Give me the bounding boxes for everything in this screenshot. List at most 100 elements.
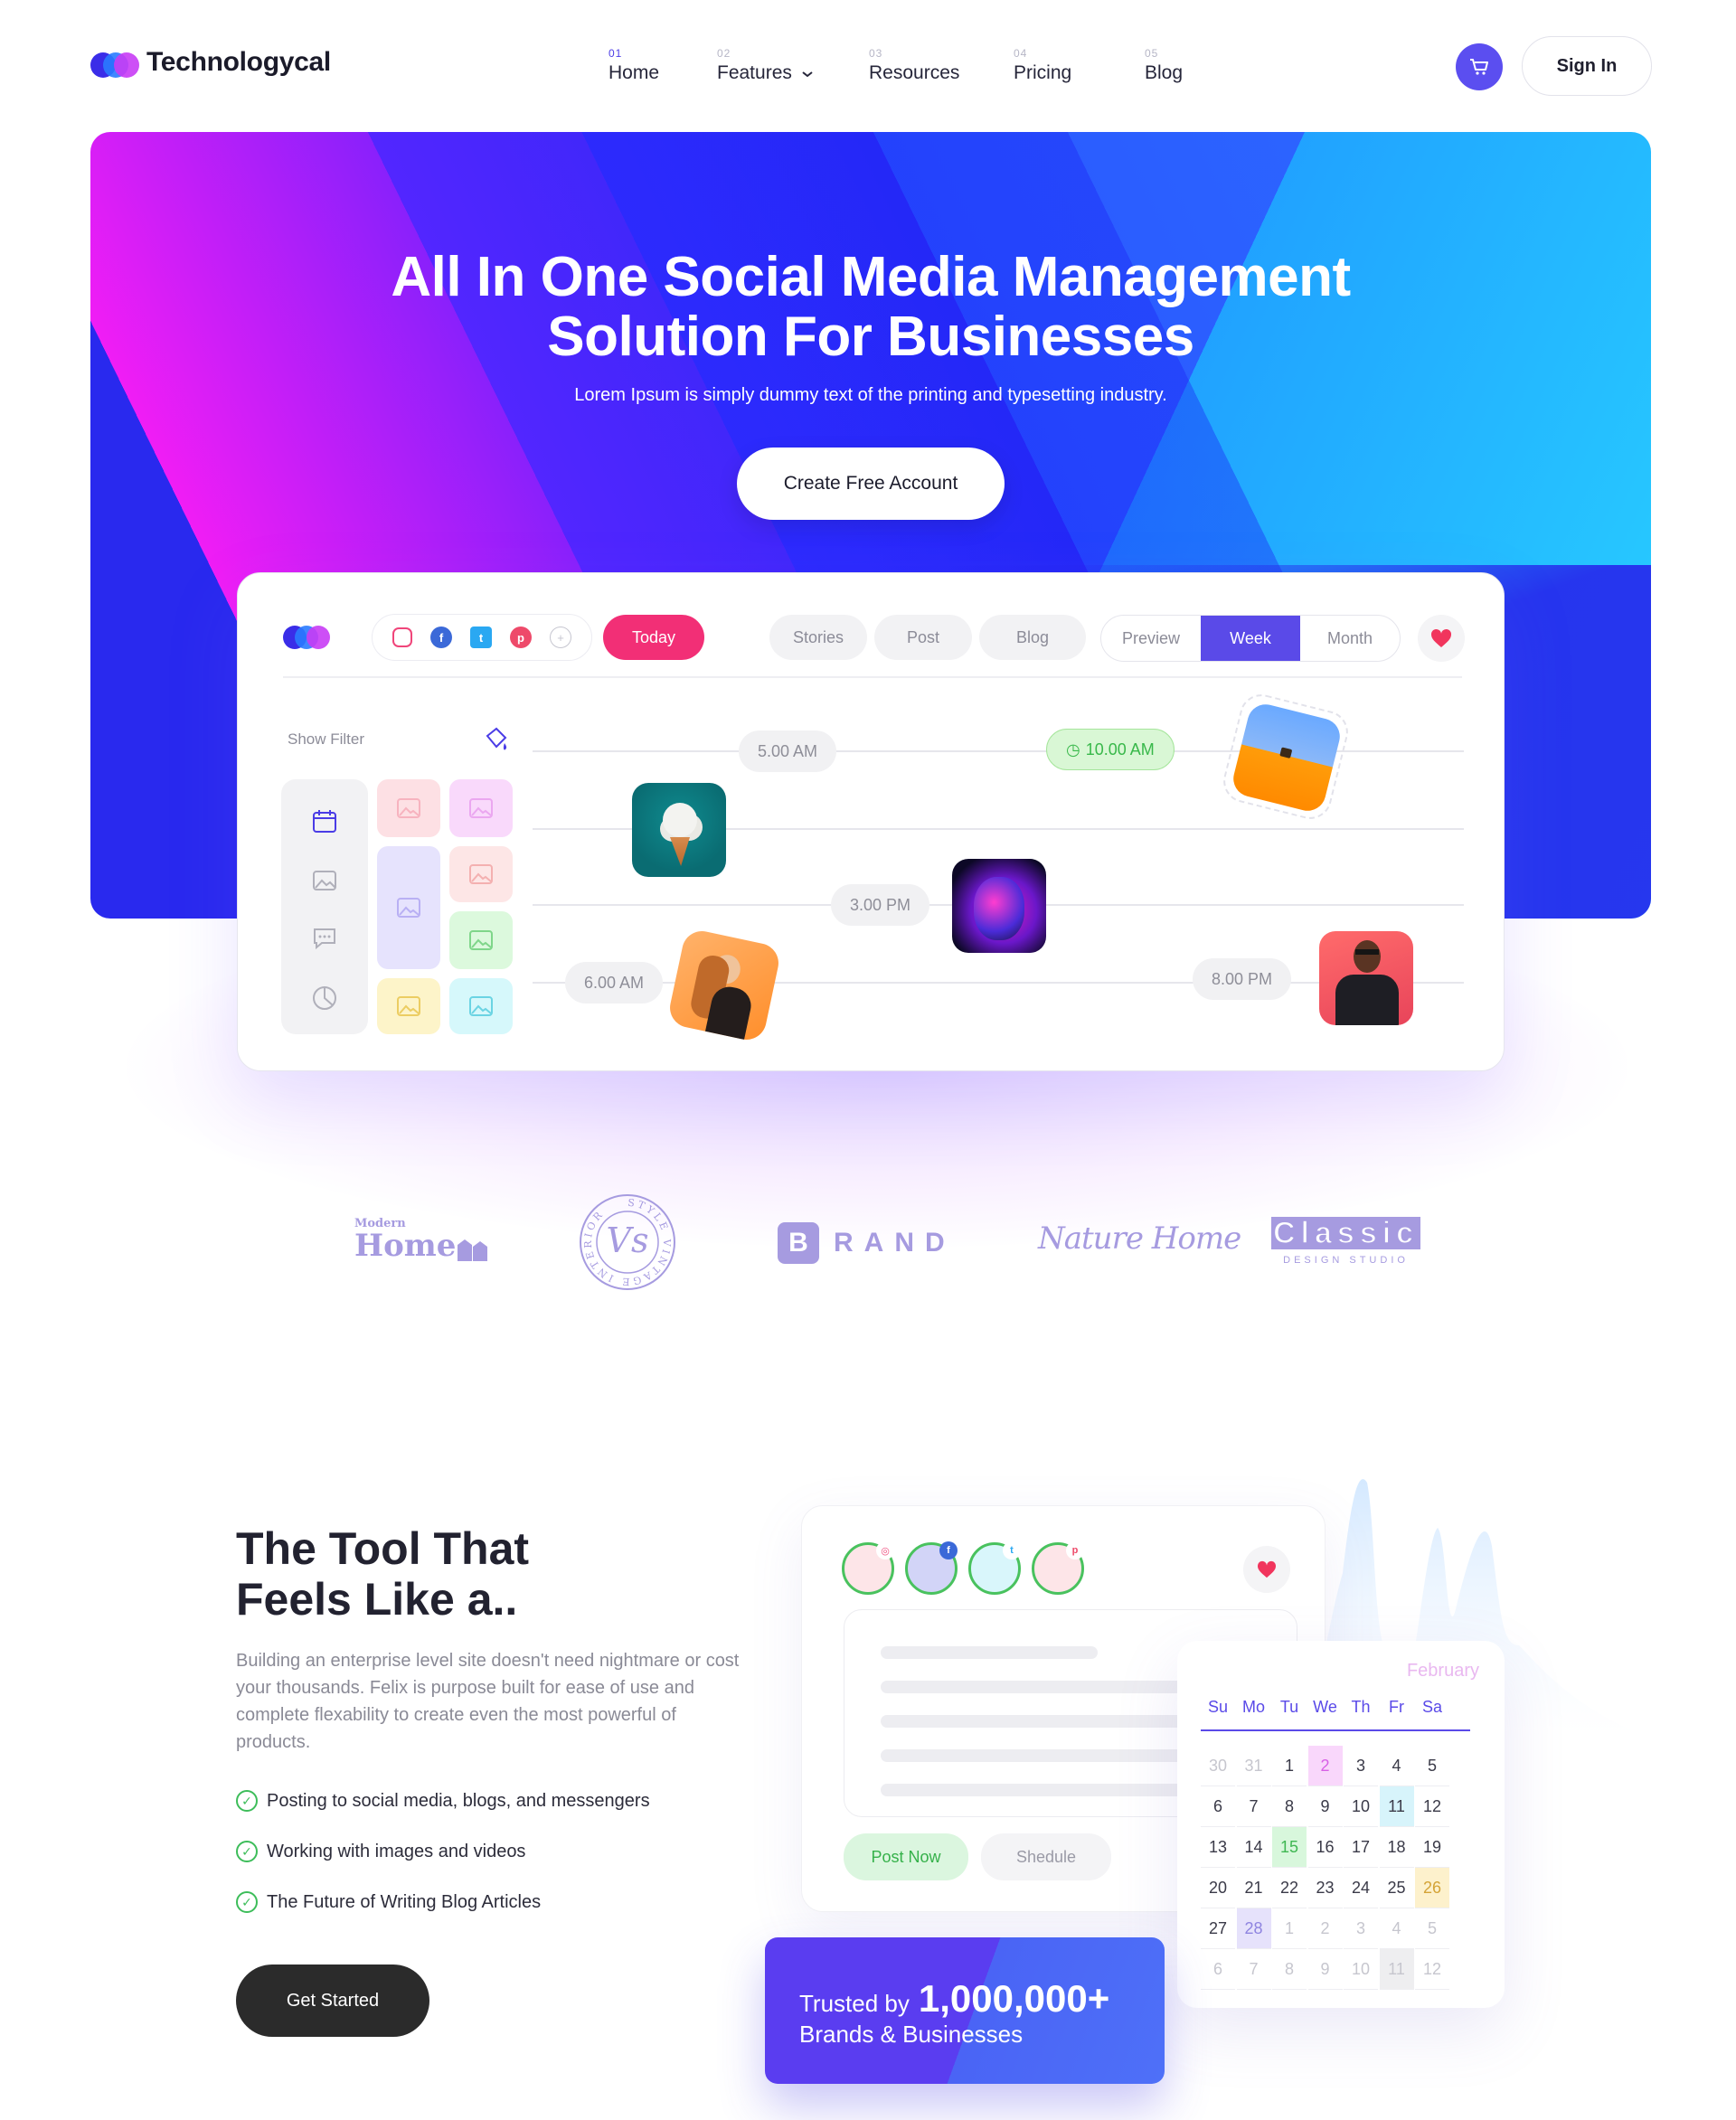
- nav-pricing[interactable]: 04 Pricing: [1014, 47, 1071, 84]
- calendar-icon[interactable]: [310, 806, 339, 835]
- calendar-day[interactable]: 10: [1344, 1786, 1378, 1827]
- calendar-day[interactable]: 26: [1415, 1868, 1449, 1908]
- schedule-button[interactable]: Shedule: [981, 1833, 1111, 1880]
- calendar-day[interactable]: 24: [1344, 1868, 1378, 1908]
- calendar-day[interactable]: 6: [1201, 1949, 1235, 1990]
- tab-blog[interactable]: Blog: [979, 615, 1086, 660]
- pie-chart-icon[interactable]: [310, 984, 339, 1013]
- calendar-day[interactable]: 5: [1415, 1908, 1449, 1949]
- favorite-button[interactable]: [1243, 1546, 1290, 1593]
- post-thumbnail-woman[interactable]: [665, 927, 783, 1044]
- calendar-day[interactable]: 2: [1307, 1908, 1343, 1949]
- sign-in-button[interactable]: Sign In: [1522, 36, 1652, 96]
- get-started-button[interactable]: Get Started: [236, 1965, 429, 2037]
- account-avatar-instagram[interactable]: ◎: [842, 1541, 894, 1595]
- color-tile-lavender[interactable]: [377, 846, 440, 969]
- calendar-day[interactable]: 8: [1272, 1949, 1307, 1990]
- tab-stories[interactable]: Stories: [769, 615, 867, 660]
- view-week[interactable]: Week: [1201, 616, 1300, 661]
- image-icon[interactable]: [310, 866, 339, 895]
- calendar-day[interactable]: 7: [1236, 1786, 1271, 1827]
- calendar-day[interactable]: 18: [1379, 1827, 1414, 1868]
- calendar-day[interactable]: 14: [1236, 1827, 1271, 1868]
- cart-button[interactable]: [1456, 43, 1503, 90]
- calendar-day[interactable]: 8: [1272, 1786, 1307, 1827]
- time-slot[interactable]: 6.00 AM: [565, 962, 664, 1003]
- account-avatar-twitter[interactable]: t: [968, 1541, 1021, 1595]
- calendar-day[interactable]: 13: [1201, 1827, 1235, 1868]
- color-tile-pink[interactable]: [377, 779, 440, 837]
- calendar-day[interactable]: 11: [1379, 1786, 1414, 1827]
- calendar-day[interactable]: 15: [1272, 1827, 1307, 1868]
- calendar-day[interactable]: 27: [1201, 1908, 1235, 1949]
- paint-bucket-icon[interactable]: [482, 725, 511, 754]
- calendar-day[interactable]: 4: [1379, 1908, 1414, 1949]
- calendar-day[interactable]: 3: [1344, 1746, 1378, 1786]
- post-now-button[interactable]: Post Now: [844, 1833, 968, 1880]
- pinterest-icon[interactable]: p: [510, 627, 532, 648]
- time-slot[interactable]: 8.00 PM: [1193, 958, 1292, 1000]
- chevron-down-icon: [802, 71, 813, 78]
- calendar-weekday: Th: [1351, 1697, 1371, 1716]
- calendar-day[interactable]: 2: [1307, 1746, 1343, 1786]
- calendar-day[interactable]: 17: [1344, 1827, 1378, 1868]
- today-button[interactable]: Today: [603, 615, 704, 660]
- calendar-day[interactable]: 10: [1344, 1949, 1378, 1990]
- post-thumbnail-neon-face[interactable]: [952, 859, 1046, 953]
- color-tile-cyan[interactable]: [449, 978, 513, 1034]
- nav-resources[interactable]: 03 Resources: [869, 47, 959, 84]
- time-slot[interactable]: 3.00 PM: [831, 884, 930, 926]
- twitter-icon[interactable]: t: [470, 627, 492, 648]
- color-tile-yellow[interactable]: [377, 978, 440, 1034]
- account-avatar-facebook[interactable]: f: [905, 1541, 958, 1595]
- calendar-day[interactable]: 28: [1236, 1908, 1271, 1949]
- calendar-day[interactable]: 22: [1272, 1868, 1307, 1908]
- instagram-icon[interactable]: [392, 627, 412, 647]
- time-slot[interactable]: 5.00 AM: [739, 730, 837, 772]
- add-icon[interactable]: +: [550, 627, 571, 648]
- nav-blog[interactable]: 05 Blog: [1145, 47, 1183, 84]
- calendar-day[interactable]: 21: [1236, 1868, 1271, 1908]
- logo-icon[interactable]: [90, 52, 141, 78]
- calendar-day[interactable]: 19: [1415, 1827, 1449, 1868]
- tab-post[interactable]: Post: [874, 615, 972, 660]
- brand-classic-sub: DESIGN STUDIO: [1283, 1255, 1409, 1266]
- post-thumbnail-icecream[interactable]: [632, 783, 726, 877]
- chat-icon[interactable]: [310, 924, 339, 953]
- calendar-day[interactable]: 16: [1307, 1827, 1343, 1868]
- check-icon: ✓: [236, 1841, 258, 1862]
- calendar-day[interactable]: 7: [1236, 1949, 1271, 1990]
- calendar-day[interactable]: 1: [1272, 1746, 1307, 1786]
- calendar-day[interactable]: 23: [1307, 1868, 1343, 1908]
- view-preview[interactable]: Preview: [1101, 616, 1201, 661]
- calendar-day[interactable]: 12: [1415, 1949, 1449, 1990]
- post-thumbnail-man[interactable]: [1319, 931, 1413, 1025]
- view-month[interactable]: Month: [1300, 616, 1400, 661]
- calendar-day[interactable]: 4: [1379, 1746, 1414, 1786]
- nav-home[interactable]: 01 Home: [609, 47, 659, 84]
- favorite-button[interactable]: [1418, 615, 1465, 662]
- calendar-day[interactable]: 9: [1307, 1949, 1343, 1990]
- calendar-day[interactable]: 6: [1201, 1786, 1235, 1827]
- create-account-button[interactable]: Create Free Account: [737, 448, 1005, 520]
- calendar-day[interactable]: 1: [1272, 1908, 1307, 1949]
- facebook-icon[interactable]: f: [430, 627, 452, 648]
- calendar-day[interactable]: 5: [1415, 1746, 1449, 1786]
- color-tile-salmon[interactable]: [449, 846, 513, 902]
- calendar-day[interactable]: 31: [1236, 1746, 1271, 1786]
- calendar-day[interactable]: 11: [1379, 1949, 1414, 1990]
- calendar-day[interactable]: 30: [1201, 1746, 1235, 1786]
- time-slot-active[interactable]: ◷ 10.00 AM: [1046, 729, 1175, 770]
- account-avatar-pinterest[interactable]: p: [1032, 1541, 1084, 1595]
- calendar-day[interactable]: 25: [1379, 1868, 1414, 1908]
- calendar-day[interactable]: 3: [1344, 1908, 1378, 1949]
- brand-name[interactable]: Technologycal: [146, 47, 331, 78]
- tool-title-line1: The Tool That: [236, 1523, 530, 1574]
- placeholder-line: [881, 1646, 1098, 1659]
- calendar-day[interactable]: 9: [1307, 1786, 1343, 1827]
- color-tile-green[interactable]: [449, 911, 513, 969]
- calendar-day[interactable]: 20: [1201, 1868, 1235, 1908]
- nav-features[interactable]: 02 Features: [717, 47, 814, 84]
- color-tile-magenta[interactable]: [449, 779, 513, 837]
- calendar-day[interactable]: 12: [1415, 1786, 1449, 1827]
